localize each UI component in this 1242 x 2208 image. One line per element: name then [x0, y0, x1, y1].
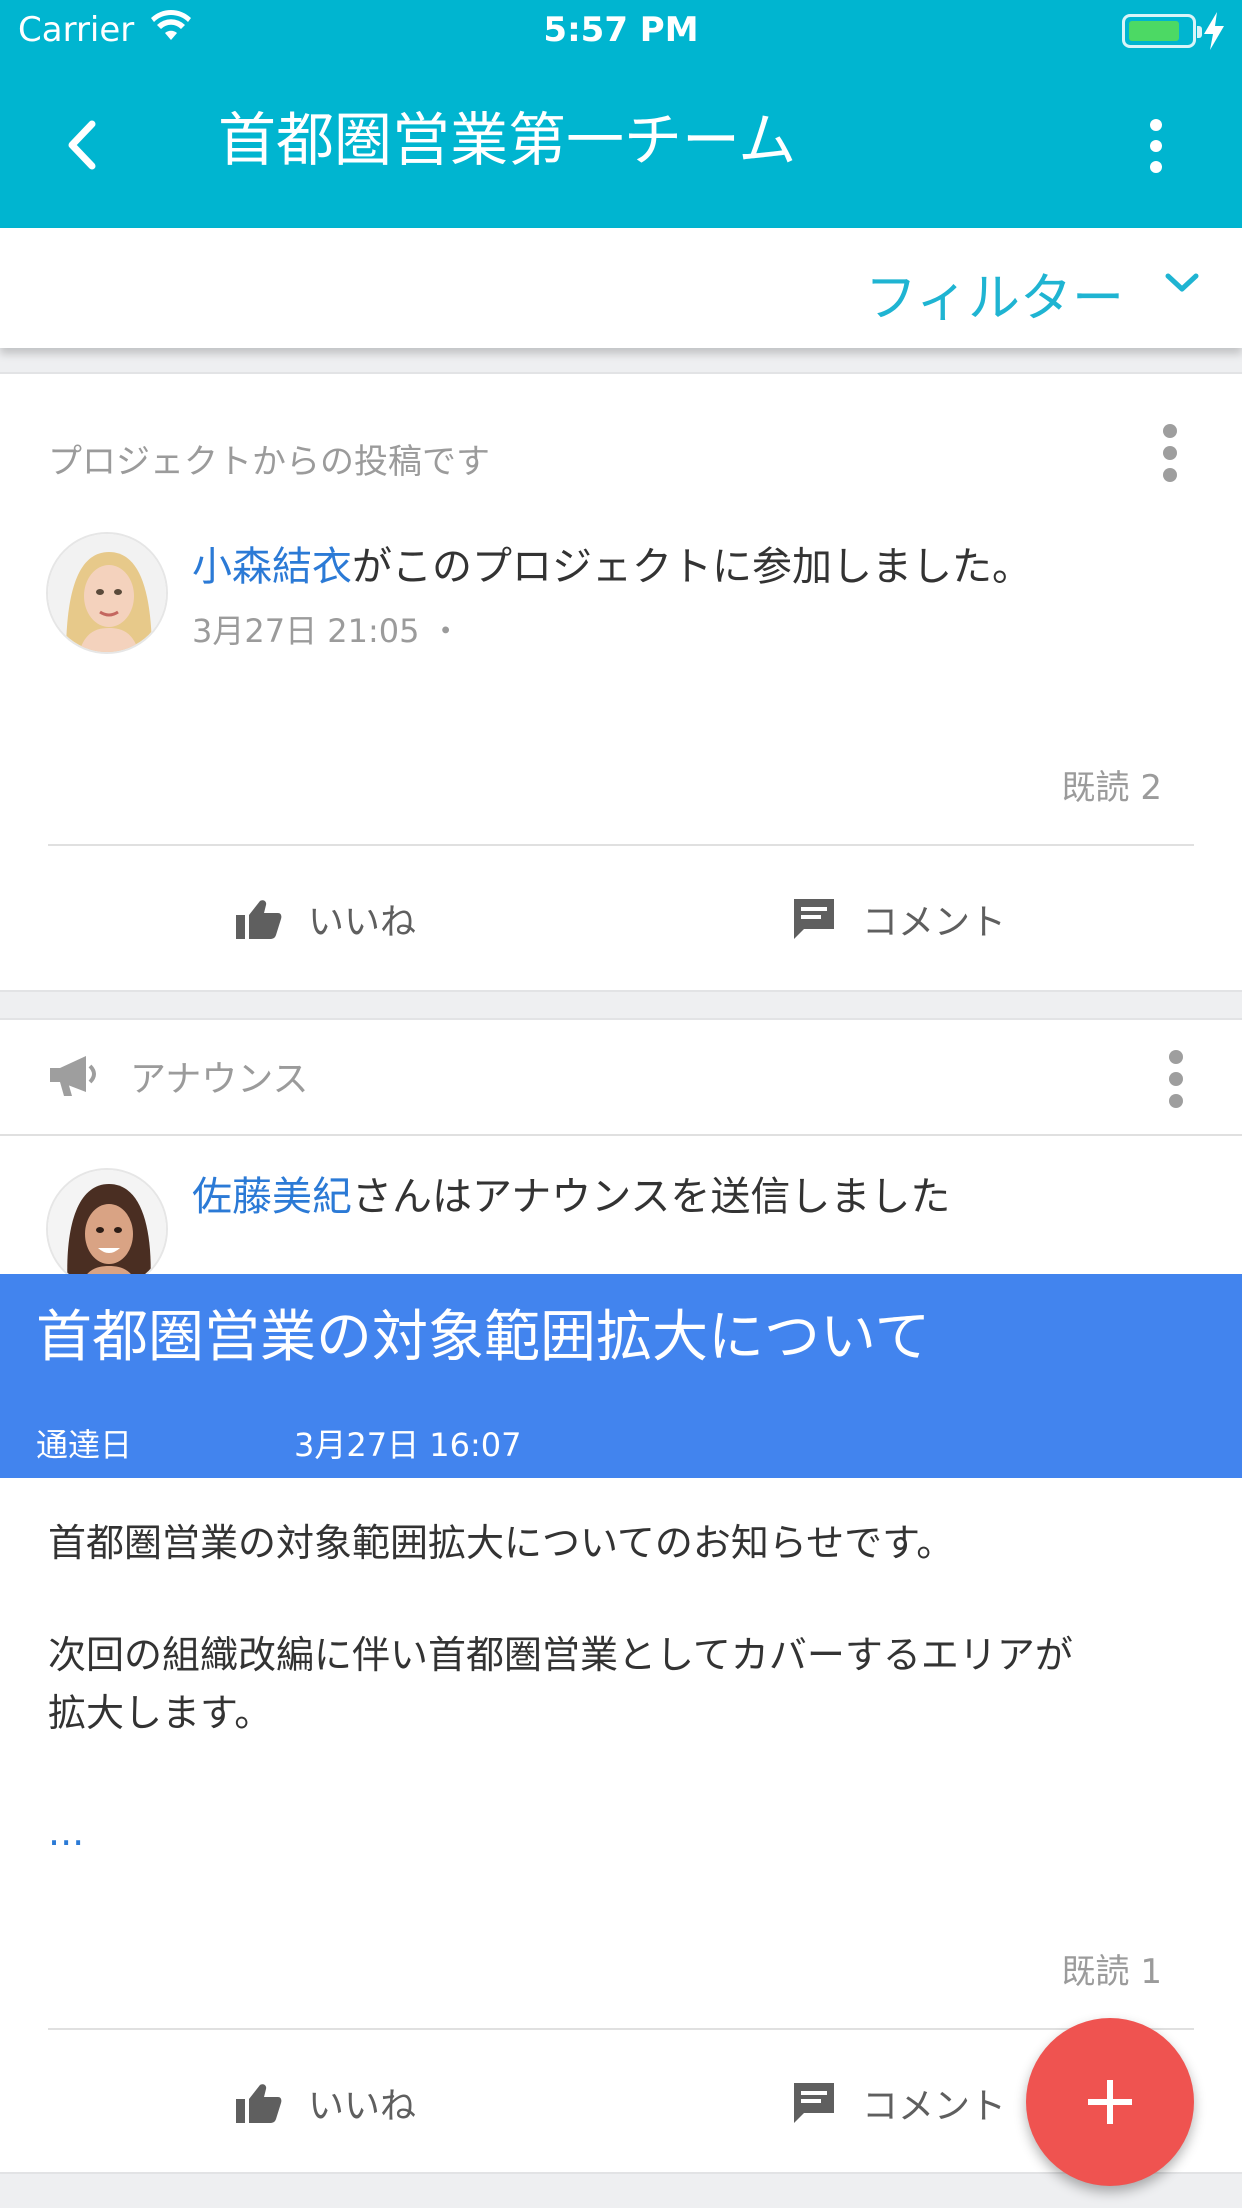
like-label: いいね: [308, 902, 417, 943]
plus-icon: [1088, 2080, 1132, 2124]
post-source-label: プロジェクトからの投稿です: [48, 442, 490, 482]
post-headline: 佐藤美紀さんはアナウンスを送信しました: [192, 1164, 950, 1222]
post-menu-icon[interactable]: [1160, 424, 1180, 484]
chevron-down-icon[interactable]: [1164, 272, 1200, 294]
add-post-button[interactable]: [1026, 2018, 1194, 2186]
post-card: プロジェクトからの投稿です 小森結衣がこのプロジェクトに参加しました。 3月27…: [0, 372, 1242, 992]
comment-label: コメント: [862, 902, 1007, 943]
announcement-type-label: アナウンス: [130, 1059, 309, 1100]
like-label: いいね: [308, 2086, 417, 2127]
avatar[interactable]: [46, 1168, 168, 1290]
read-count[interactable]: 既読 2: [1062, 760, 1162, 809]
announcement-body-line: 首都圏営業の対象範囲拡大についてのお知らせです。: [48, 1521, 955, 1565]
announcement-header: アナウンス: [48, 1050, 309, 1102]
delivery-date-label: 通達日: [36, 1426, 133, 1464]
delivery-date: 3月27日 16:07: [294, 1426, 522, 1464]
more-options-icon[interactable]: [1142, 118, 1170, 174]
charging-icon: [1204, 12, 1224, 50]
page-title: 首都圏営業第一チーム: [218, 106, 797, 174]
filter-bar: フィルター: [0, 228, 1242, 348]
like-button[interactable]: いいね: [236, 894, 416, 944]
back-icon[interactable]: [62, 118, 102, 172]
read-more-link[interactable]: ...: [48, 1810, 84, 1854]
clock: 5:57 PM: [543, 10, 699, 50]
post-menu-icon[interactable]: [1166, 1050, 1186, 1110]
comment-button[interactable]: コメント: [792, 894, 1006, 944]
user-name-link[interactable]: 佐藤美紀: [192, 1174, 352, 1220]
comment-button[interactable]: コメント: [792, 2078, 1006, 2128]
announcement-title: 首都圏営業の対象範囲拡大について: [36, 1305, 931, 1370]
post-message: がこのプロジェクトに参加しました。: [352, 544, 1032, 590]
divider: [0, 1134, 1242, 1136]
announcement-body-line: 拡大します。: [48, 1691, 273, 1735]
app-header: Carrier 5:57 PM 首都圏営業第一チーム: [0, 0, 1242, 228]
megaphone-icon: [50, 1056, 96, 1096]
thumbs-up-icon: [236, 2084, 282, 2123]
post-message: さんはアナウンスを送信しました: [352, 1174, 951, 1220]
announcement-banner[interactable]: 首都圏営業の対象範囲拡大について 通達日 3月27日 16:07: [0, 1274, 1242, 1478]
avatar[interactable]: [46, 532, 168, 654]
thumbs-up-icon: [236, 900, 282, 939]
announcement-card: アナウンス 佐藤美紀さんはアナウンスを送信しました 首都圏営業の対象範囲拡大につ…: [0, 1018, 1242, 2174]
user-name-link[interactable]: 小森結衣: [192, 544, 352, 590]
announcement-body-line: 次回の組織改編に伴い首都圏営業としてカバーするエリアが: [48, 1633, 1073, 1677]
divider: [48, 844, 1194, 846]
post-timestamp: 3月27日 21:05 ・: [192, 612, 462, 650]
comment-label: コメント: [862, 2086, 1007, 2127]
battery-icon: [1122, 14, 1202, 48]
filter-button[interactable]: フィルター: [865, 256, 1124, 331]
like-button[interactable]: いいね: [236, 2078, 416, 2128]
status-bar: Carrier 5:57 PM: [0, 0, 1242, 64]
divider: [48, 2028, 1194, 2030]
read-count[interactable]: 既読 1: [1062, 1944, 1162, 1993]
comment-icon: [794, 2083, 834, 2123]
post-headline: 小森結衣がこのプロジェクトに参加しました。: [192, 534, 1032, 592]
comment-icon: [794, 899, 834, 939]
